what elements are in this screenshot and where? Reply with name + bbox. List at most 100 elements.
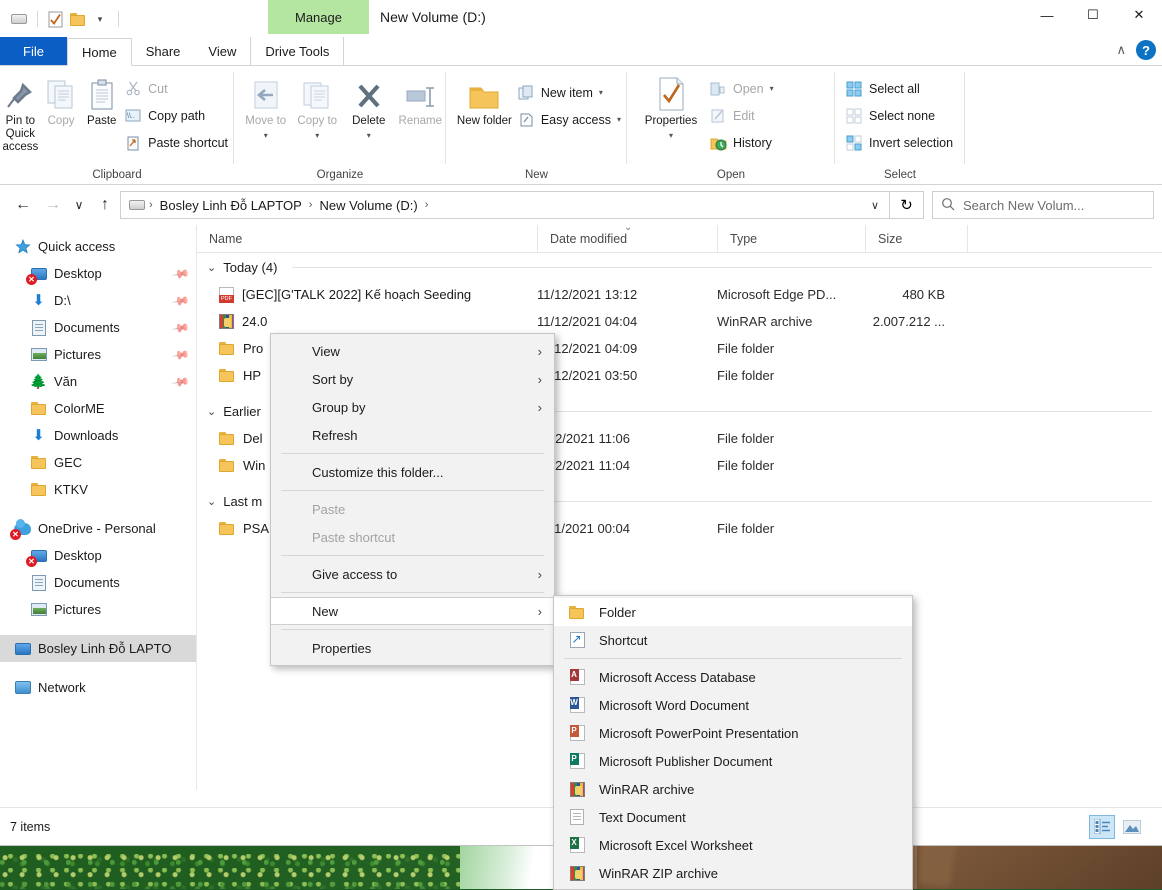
- submenu-item-access-database[interactable]: A Microsoft Access Database: [554, 663, 912, 691]
- group-header-today[interactable]: ⌄ Today (4): [197, 253, 1162, 281]
- context-menu-item-new[interactable]: New ›: [271, 597, 554, 625]
- rename-button[interactable]: Rename: [395, 72, 447, 128]
- context-menu-item-properties[interactable]: Properties: [271, 634, 554, 662]
- table-row[interactable]: [GEC][G'TALK 2022] Kế hoạch Seeding 11/1…: [197, 281, 1162, 308]
- copy-to-button[interactable]: Copy to ▾: [292, 72, 344, 140]
- copy-to-caret-icon[interactable]: ▾: [315, 131, 319, 140]
- context-menu-item-group-by[interactable]: Group by ›: [271, 393, 554, 421]
- details-view-icon[interactable]: [1090, 816, 1114, 838]
- context-menu-item-give-access-to[interactable]: Give access to ›: [271, 560, 554, 588]
- sidebar-item-onedrive-desktop[interactable]: ✕ Desktop: [0, 542, 196, 569]
- submenu-item-powerpoint-presentation[interactable]: P Microsoft PowerPoint Presentation: [554, 719, 912, 747]
- sidebar-item-d-drive[interactable]: ⬇ D:\ 📌: [0, 287, 196, 314]
- tab-share[interactable]: Share: [132, 37, 195, 65]
- context-menu-item-refresh[interactable]: Refresh: [271, 421, 554, 449]
- copy-button[interactable]: Copy: [41, 72, 82, 128]
- minimize-button[interactable]: —: [1024, 0, 1070, 30]
- pin-icon[interactable]: 📌: [170, 317, 190, 337]
- tab-view[interactable]: View: [194, 37, 250, 65]
- address-breadcrumb-bar[interactable]: › Bosley Linh Đỗ LAPTOP › New Volume (D:…: [120, 191, 890, 219]
- select-none-button[interactable]: Select none: [843, 103, 959, 128]
- properties-checkbox-icon[interactable]: [45, 8, 67, 30]
- sidebar-item-pictures[interactable]: Pictures 📌: [0, 341, 196, 368]
- submenu-item-folder[interactable]: Folder: [554, 598, 912, 626]
- paste-button[interactable]: Paste: [81, 72, 122, 128]
- submenu-item-word-document[interactable]: W Microsoft Word Document: [554, 691, 912, 719]
- new-folder-button[interactable]: New folder: [454, 72, 515, 128]
- context-menu-item-customize-this-folder[interactable]: Customize this folder...: [271, 458, 554, 486]
- close-button[interactable]: ✕: [1116, 0, 1162, 30]
- maximize-button[interactable]: ☐: [1070, 0, 1116, 30]
- invert-selection-button[interactable]: Invert selection: [843, 130, 959, 155]
- recent-locations-button[interactable]: ∨: [68, 191, 90, 219]
- help-icon[interactable]: ?: [1136, 40, 1156, 60]
- table-row[interactable]: 24.0 11/12/2021 04:04 WinRAR archive 2.0…: [197, 308, 1162, 335]
- pin-icon[interactable]: 📌: [170, 290, 190, 310]
- forward-button[interactable]: →: [38, 191, 68, 219]
- properties-caret-icon[interactable]: ▾: [669, 131, 673, 140]
- tab-file[interactable]: File: [0, 37, 67, 65]
- collapse-ribbon-icon[interactable]: ∧: [1116, 42, 1126, 58]
- up-button[interactable]: ↑: [90, 191, 120, 219]
- sidebar-item-downloads[interactable]: ⬇ Downloads: [0, 422, 196, 449]
- submenu-item-text-document[interactable]: Text Document: [554, 803, 912, 831]
- sidebar-item-desktop[interactable]: ✕ Desktop 📌: [0, 260, 196, 287]
- submenu-item-publisher-document[interactable]: P Microsoft Publisher Document: [554, 747, 912, 775]
- large-icons-view-icon[interactable]: [1120, 816, 1144, 838]
- column-header-type[interactable]: Type: [717, 225, 865, 253]
- context-menu-item-view[interactable]: View ›: [271, 337, 554, 365]
- sidebar-item-quick-access[interactable]: Quick access: [0, 233, 196, 260]
- address-dropdown-icon[interactable]: ∨: [871, 199, 885, 212]
- contextual-tab-manage[interactable]: Manage: [268, 0, 369, 34]
- column-header-name[interactable]: Name: [197, 225, 537, 253]
- new-item-button[interactable]: New item ▾: [515, 80, 627, 105]
- customize-dropdown-icon[interactable]: ▾: [89, 8, 111, 30]
- new-folder-icon[interactable]: [67, 8, 89, 30]
- breadcrumb-item-1[interactable]: New Volume (D:): [316, 198, 420, 213]
- breadcrumb-item-0[interactable]: Bosley Linh Đỗ LAPTOP: [157, 198, 305, 213]
- cut-button[interactable]: Cut: [122, 76, 234, 101]
- submenu-item-winrar-archive[interactable]: WinRAR archive: [554, 775, 912, 803]
- tab-drive-tools[interactable]: Drive Tools: [250, 37, 344, 65]
- paste-shortcut-button[interactable]: Paste shortcut: [122, 130, 234, 155]
- pin-icon[interactable]: 📌: [170, 371, 190, 391]
- sidebar-item-onedrive-pictures[interactable]: Pictures: [0, 596, 196, 623]
- chevron-down-icon[interactable]: ⌄: [207, 495, 216, 508]
- select-all-button[interactable]: Select all: [843, 76, 959, 101]
- search-box[interactable]: Search New Volum...: [932, 191, 1154, 219]
- pin-icon[interactable]: 📌: [170, 263, 190, 283]
- sidebar-item-network[interactable]: Network: [0, 674, 196, 701]
- sidebar-item-onedrive-documents[interactable]: Documents: [0, 569, 196, 596]
- sidebar-item-documents[interactable]: Documents 📌: [0, 314, 196, 341]
- submenu-item-excel-worksheet[interactable]: X Microsoft Excel Worksheet: [554, 831, 912, 859]
- sidebar-item-onedrive[interactable]: ✕ OneDrive - Personal: [0, 515, 196, 542]
- chevron-down-icon[interactable]: ⌄: [207, 405, 216, 418]
- tab-home[interactable]: Home: [67, 38, 132, 66]
- back-button[interactable]: ←: [8, 191, 38, 219]
- move-to-button[interactable]: Move to ▾: [240, 72, 292, 140]
- sidebar-item-ktkv[interactable]: KTKV: [0, 476, 196, 503]
- properties-button[interactable]: Properties ▾: [635, 72, 707, 140]
- column-header-size[interactable]: Size: [865, 225, 967, 253]
- open-button[interactable]: Open ▾: [707, 76, 780, 101]
- sidebar-item-colorme[interactable]: ColorME: [0, 395, 196, 422]
- pin-icon[interactable]: 📌: [170, 344, 190, 364]
- sidebar-item-van[interactable]: 🌲 Văn 📌: [0, 368, 196, 395]
- new-item-caret-icon[interactable]: ▾: [599, 88, 603, 97]
- chevron-down-icon[interactable]: ⌄: [207, 261, 216, 274]
- open-caret-icon[interactable]: ▾: [770, 84, 774, 93]
- sidebar-item-this-pc[interactable]: Bosley Linh Đỗ LAPTO: [0, 635, 196, 662]
- refresh-button[interactable]: ↻: [890, 191, 924, 219]
- column-header-date-modified[interactable]: ⌄ Date modified: [537, 225, 717, 253]
- delete-caret-icon[interactable]: ▾: [367, 131, 371, 140]
- pin-to-quick-access-button[interactable]: Pin to Quick access: [0, 72, 41, 155]
- drive-icon[interactable]: [8, 8, 30, 30]
- submenu-item-winrar-zip-archive[interactable]: WinRAR ZIP archive: [554, 859, 912, 887]
- submenu-item-shortcut[interactable]: Shortcut: [554, 626, 912, 654]
- context-menu-item-sort-by[interactable]: Sort by ›: [271, 365, 554, 393]
- sidebar-item-gec[interactable]: GEC: [0, 449, 196, 476]
- easy-access-button[interactable]: Easy access ▾: [515, 107, 627, 132]
- delete-button[interactable]: Delete ▾: [343, 72, 395, 140]
- move-to-caret-icon[interactable]: ▾: [264, 131, 268, 140]
- easy-access-caret-icon[interactable]: ▾: [617, 115, 621, 124]
